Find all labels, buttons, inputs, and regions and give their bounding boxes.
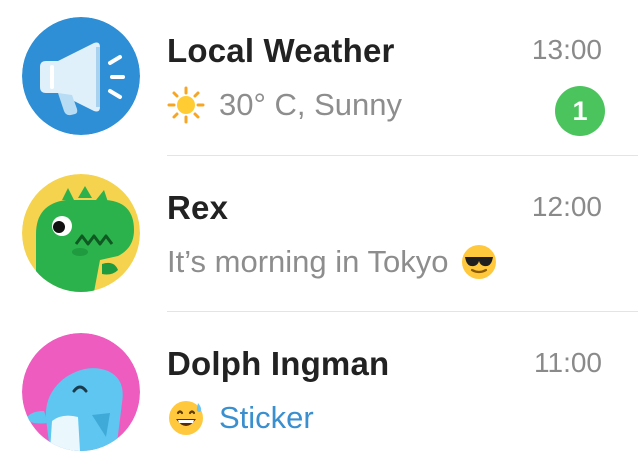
dolphin-icon <box>22 333 140 451</box>
chat-name: Dolph Ingman <box>167 345 390 382</box>
chat-preview-text: 30° C, Sunny <box>219 87 403 122</box>
unread-badge: 1 <box>555 86 605 136</box>
megaphone-icon <box>22 17 140 135</box>
chat-time: 13:00 <box>531 34 602 65</box>
chat-row-dolph-ingman[interactable]: Dolph Ingman 11:00 Sticker <box>0 313 638 469</box>
chat-row-rex[interactable]: Rex 12:00 It’s morning in Tokyo <box>0 157 638 313</box>
chat-list: Local Weather 13:00 30° C, Sunny 1 Rex 1… <box>0 0 638 470</box>
sunglasses-emoji-icon <box>460 243 498 281</box>
chat-preview-text: It’s morning in Tokyo <box>167 244 449 279</box>
sun-emoji-icon <box>167 86 205 124</box>
divider <box>167 155 638 156</box>
chat-name: Rex <box>167 189 229 226</box>
chat-preview: 30° C, Sunny <box>167 86 402 124</box>
divider <box>167 311 638 312</box>
chat-preview-text: Sticker <box>219 400 314 435</box>
grinning-sweat-emoji-icon <box>167 399 205 437</box>
chat-time: 11:00 <box>534 347 602 378</box>
chat-preview: Sticker <box>167 399 314 437</box>
dinosaur-icon <box>22 174 140 292</box>
chat-name: Local Weather <box>167 32 395 69</box>
chat-row-local-weather[interactable]: Local Weather 13:00 30° C, Sunny 1 <box>0 0 638 156</box>
chat-time: 12:00 <box>531 191 602 222</box>
chat-preview: It’s morning in Tokyo <box>167 243 498 281</box>
